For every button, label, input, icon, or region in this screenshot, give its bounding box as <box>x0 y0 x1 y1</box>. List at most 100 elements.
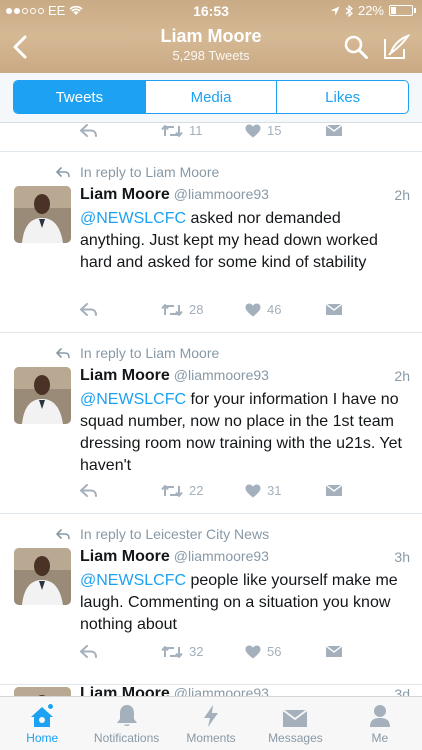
retweet-button[interactable]: 32 <box>161 644 245 659</box>
tweet-card[interactable]: In reply to Liam Moore Liam Moore @liammo… <box>0 152 422 333</box>
tab-tweets[interactable]: Tweets <box>14 81 145 113</box>
bell-icon <box>116 705 137 726</box>
mention-link[interactable]: @NEWSLCFC <box>80 572 186 589</box>
tweet-timeline[interactable]: 11 15 In reply to Liam Moore Liam Moore @… <box>0 123 422 696</box>
reply-context: In reply to Liam Moore <box>80 345 220 361</box>
retweet-button[interactable]: 22 <box>161 483 245 498</box>
partial-tweet-top: 11 15 <box>0 123 422 152</box>
tweet-header: Liam Moore @liammoore93 2h <box>80 367 410 385</box>
envelope-icon <box>325 645 343 657</box>
tweet-time: 3h <box>394 549 410 565</box>
tab-messages-label: Messages <box>268 731 323 745</box>
reply-button[interactable] <box>80 644 161 659</box>
avatar[interactable] <box>14 186 71 243</box>
author-name[interactable]: Liam Moore <box>80 186 170 203</box>
reply-context: In reply to Leicester City News <box>80 526 270 542</box>
envelope-icon <box>325 303 343 315</box>
profile-tabs-bar: Tweets Media Likes <box>0 73 422 123</box>
tweet-actions: 28 46 <box>80 302 343 317</box>
retweet-button[interactable]: 28 <box>161 302 245 317</box>
mention-link[interactable]: @NEWSLCFC <box>80 210 186 227</box>
author-name[interactable]: Liam Moore <box>80 548 170 565</box>
direct-message-button[interactable] <box>325 645 343 658</box>
envelope-icon <box>282 709 308 727</box>
like-button[interactable]: 56 <box>245 644 325 659</box>
author-handle[interactable]: @liammoore93 <box>174 548 269 564</box>
tab-notifications[interactable]: Notifications <box>84 697 168 750</box>
direct-message-button[interactable] <box>325 484 343 497</box>
retweet-count: 28 <box>189 302 204 317</box>
tweet-text: @NEWSLCFC asked nor demanded anything. J… <box>80 210 378 271</box>
in-reply-to: In reply to Liam Moore <box>56 345 219 361</box>
author-handle[interactable]: @liammoore93 <box>174 685 269 696</box>
reply-icon <box>80 483 97 497</box>
avatar[interactable] <box>14 687 71 696</box>
tab-media[interactable]: Media <box>144 81 277 113</box>
tab-home-label: Home <box>26 731 59 745</box>
segmented-control: Tweets Media Likes <box>13 80 409 114</box>
tab-home[interactable]: Home <box>0 697 84 750</box>
lightning-icon <box>204 705 219 727</box>
reply-icon <box>80 123 97 137</box>
heart-icon <box>245 645 261 658</box>
heart-icon <box>245 124 261 137</box>
tweet-header: Liam Moore @liammoore93 2h <box>80 186 410 204</box>
like-count: 15 <box>267 123 282 138</box>
tweet-text: @NEWSLCFC for your information I have no… <box>80 391 402 474</box>
author-handle[interactable]: @liammoore93 <box>174 367 269 383</box>
tab-moments-label: Moments <box>186 731 236 745</box>
retweet-button[interactable]: 11 <box>161 123 245 138</box>
tab-notifications-label: Notifications <box>93 731 160 745</box>
like-button[interactable]: 15 <box>245 123 325 138</box>
retweet-icon <box>161 124 183 137</box>
tweet-time: 2h <box>394 368 410 384</box>
tab-likes[interactable]: Likes <box>276 81 408 113</box>
like-count: 31 <box>267 483 282 498</box>
reply-arrow-icon <box>56 166 70 177</box>
profile-header: EE 16:53 22% Liam Moore 5,298 Tweets <box>0 0 422 73</box>
compose-tweet-icon[interactable] <box>382 33 410 61</box>
bluetooth-icon <box>345 4 353 17</box>
tweet-actions: 11 15 <box>80 123 343 138</box>
tweet-header: Liam Moore @liammoore93 3d <box>80 685 410 696</box>
retweet-icon <box>161 645 183 658</box>
status-right: 22% <box>330 3 416 18</box>
reply-button[interactable] <box>80 302 161 317</box>
status-bar: EE 16:53 22% <box>0 0 422 20</box>
tweet-card-partial[interactable]: Liam Moore @liammoore93 3d <box>0 685 422 696</box>
like-count: 46 <box>267 302 282 317</box>
in-reply-to: In reply to Liam Moore <box>56 164 219 180</box>
tweet-card[interactable]: In reply to Liam Moore Liam Moore @liammo… <box>0 333 422 514</box>
tab-me[interactable]: Me <box>338 697 422 750</box>
reply-button[interactable] <box>80 483 161 498</box>
like-button[interactable]: 31 <box>245 483 325 498</box>
tweet-text: @NEWSLCFC people like yourself make me l… <box>80 572 398 633</box>
tweet-actions: 22 31 <box>80 483 343 498</box>
tweet-card[interactable]: In reply to Leicester City News Liam Moo… <box>0 514 422 685</box>
like-count: 56 <box>267 644 282 659</box>
avatar[interactable] <box>14 548 71 605</box>
reply-icon <box>80 644 97 658</box>
direct-message-button[interactable] <box>325 124 343 137</box>
mention-link[interactable]: @NEWSLCFC <box>80 391 186 408</box>
tweet-time: 2h <box>394 187 410 203</box>
reply-context: In reply to Liam Moore <box>80 164 220 180</box>
tab-moments[interactable]: Moments <box>169 697 253 750</box>
author-name[interactable]: Liam Moore <box>80 685 170 696</box>
heart-icon <box>245 484 261 497</box>
reply-button[interactable] <box>80 123 161 138</box>
search-icon[interactable] <box>343 34 369 60</box>
heart-icon <box>245 303 261 316</box>
author-name[interactable]: Liam Moore <box>80 367 170 384</box>
reply-arrow-icon <box>56 528 70 539</box>
tab-messages[interactable]: Messages <box>253 697 337 750</box>
person-icon <box>369 705 390 727</box>
envelope-icon <box>325 124 343 136</box>
location-arrow-icon <box>330 6 340 15</box>
avatar[interactable] <box>14 367 71 424</box>
author-handle[interactable]: @liammoore93 <box>174 186 269 202</box>
bottom-tab-bar: Home Notifications Moments Messages Me <box>0 696 422 750</box>
like-button[interactable]: 46 <box>245 302 325 317</box>
direct-message-button[interactable] <box>325 303 343 316</box>
retweet-count: 11 <box>189 123 203 138</box>
